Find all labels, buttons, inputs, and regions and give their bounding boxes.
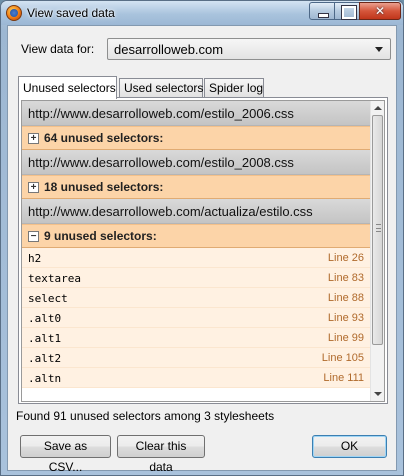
results-rows: http://www.desarrolloweb.com/estilo_2006… [22,101,372,388]
stylesheet-url[interactable]: http://www.desarrolloweb.com/actualiza/e… [22,199,372,224]
tab-spider-log[interactable]: Spider log [204,78,264,98]
selector-row[interactable]: .altn Line 111 [22,368,372,388]
selector-name: h2 [28,252,42,265]
stylesheet-url[interactable]: http://www.desarrolloweb.com/estilo_2008… [22,150,372,175]
selector-row[interactable]: .alt2 Line 105 [22,348,372,368]
stylesheet-summary[interactable]: − 9 unused selectors: [22,224,372,248]
selector-name: .alt2 [28,352,62,365]
site-select[interactable]: desarrolloweb.com [107,38,391,60]
summary-label: 9 unused selectors: [44,229,157,243]
window-title: View saved data [27,6,115,20]
title-bar[interactable]: View saved data ✕ [1,1,403,25]
chevron-down-icon [375,47,383,52]
close-icon: ✕ [374,4,386,18]
selector-line: Line 88 [327,292,364,304]
selector-row[interactable]: .alt0 Line 93 [22,308,372,328]
dialog-window: View saved data ✕ View data for: desarro… [0,0,404,476]
site-select-value: desarrolloweb.com [114,42,224,57]
stylesheet-summary[interactable]: + 64 unused selectors: [22,126,372,150]
clear-data-button[interactable]: Clear this data [117,435,205,474]
scrollbar-thumb[interactable] [372,115,383,345]
selector-name: textarea [28,272,81,285]
selector-row[interactable]: select Line 88 [22,288,372,308]
selector-line: Line 99 [327,332,364,344]
selector-line: Line 83 [327,272,364,284]
selector-line: Line 93 [327,312,364,324]
close-button[interactable]: ✕ [359,2,401,20]
selector-row[interactable]: .alt1 Line 99 [22,328,372,348]
save-as-csv-button[interactable]: Save as CSV... [20,435,111,474]
results-list[interactable]: http://www.desarrolloweb.com/estilo_2006… [21,100,385,402]
unused-selectors-panel: http://www.desarrolloweb.com/estilo_2006… [18,97,388,404]
expand-icon[interactable]: + [28,182,39,193]
collapse-icon[interactable]: − [28,231,39,242]
view-data-for-label: View data for: [21,42,95,56]
stylesheet-summary[interactable]: + 18 unused selectors: [22,175,372,199]
firefox-icon [6,5,22,21]
tab-used-selectors[interactable]: Used selectors [119,78,203,98]
selector-name: .altn [28,372,62,385]
selector-name: select [28,292,68,305]
ok-button[interactable]: OK [312,435,387,458]
minimize-button[interactable] [309,2,335,20]
stylesheet-url[interactable]: http://www.desarrolloweb.com/estilo_2006… [22,101,372,126]
selector-row[interactable]: h2 Line 26 [22,248,372,268]
vertical-scrollbar[interactable] [370,101,384,401]
grip-icon [376,224,381,232]
selector-name: .alt0 [28,312,62,325]
summary-label: 64 unused selectors: [44,131,164,145]
selector-line: Line 111 [323,372,364,384]
status-text: Found 91 unused selectors among 3 styles… [16,409,275,423]
scroll-up-icon[interactable] [371,101,384,115]
maximize-button[interactable] [334,2,360,20]
scroll-down-icon[interactable] [371,387,384,401]
tab-unused-selectors[interactable]: Unused selectors [18,76,117,99]
selector-line: Line 26 [327,252,364,264]
dialog-body: View data for: desarrolloweb.com Unused … [7,25,397,474]
expand-icon[interactable]: + [28,133,39,144]
summary-label: 18 unused selectors: [44,180,164,194]
selector-name: .alt1 [28,332,62,345]
selector-line: Line 105 [321,352,364,364]
selector-row[interactable]: textarea Line 83 [22,268,372,288]
